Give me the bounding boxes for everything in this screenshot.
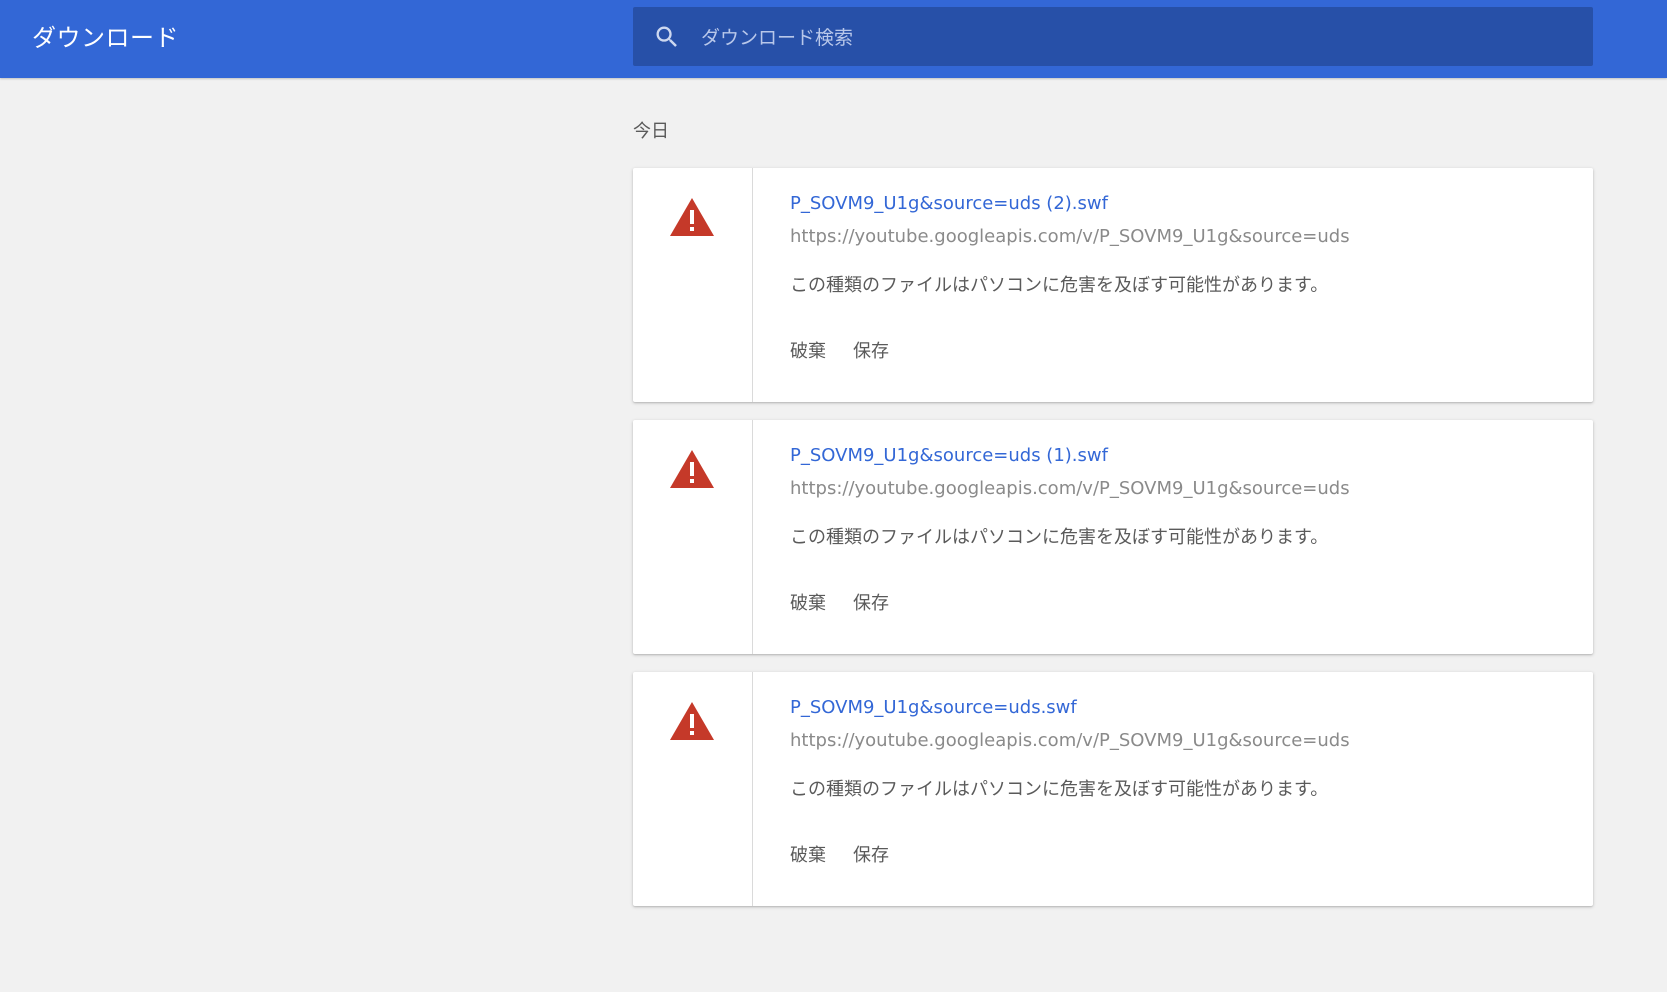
icon-area (633, 672, 753, 906)
page-title: ダウンロード (32, 24, 179, 52)
downloads-list: P_SOVM9_U1g&source=uds (2).swf https://y… (633, 168, 1593, 924)
download-item: P_SOVM9_U1g&source=uds (2).swf https://y… (633, 168, 1593, 402)
warning-icon (670, 198, 714, 236)
action-row: 破棄 保存 (790, 592, 1570, 616)
keep-button[interactable]: 保存 (853, 844, 889, 868)
action-row: 破棄 保存 (790, 844, 1570, 868)
danger-description: この種類のファイルはパソコンに危害を及ぼす可能性があります。 (790, 527, 1329, 548)
discard-button[interactable]: 破棄 (790, 592, 826, 616)
search-field[interactable] (633, 7, 1593, 68)
download-details: P_SOVM9_U1g&source=uds (1).swf https://y… (790, 444, 1570, 616)
source-url-link[interactable]: https://youtube.googleapis.com/v/P_SOVM9… (790, 225, 1570, 249)
warning-icon (670, 702, 714, 740)
file-name-link[interactable]: P_SOVM9_U1g&source=uds (1).swf (790, 444, 1570, 468)
keep-button[interactable]: 保存 (853, 340, 889, 364)
download-item: P_SOVM9_U1g&source=uds (1).swf https://y… (633, 420, 1593, 654)
icon-area (633, 168, 753, 402)
date-header: 今日 (633, 121, 669, 142)
action-row: 破棄 保存 (790, 340, 1570, 364)
discard-button[interactable]: 破棄 (790, 844, 826, 868)
download-item: P_SOVM9_U1g&source=uds.swf https://youtu… (633, 672, 1593, 906)
file-name-link[interactable]: P_SOVM9_U1g&source=uds (2).swf (790, 192, 1570, 216)
icon-area (633, 420, 753, 654)
discard-button[interactable]: 破棄 (790, 340, 826, 364)
danger-description: この種類のファイルはパソコンに危害を及ぼす可能性があります。 (790, 779, 1329, 800)
source-url-link[interactable]: https://youtube.googleapis.com/v/P_SOVM9… (790, 477, 1570, 501)
search-input[interactable] (699, 7, 1583, 68)
source-url-link[interactable]: https://youtube.googleapis.com/v/P_SOVM9… (790, 729, 1570, 753)
file-name-link[interactable]: P_SOVM9_U1g&source=uds.swf (790, 696, 1570, 720)
download-details: P_SOVM9_U1g&source=uds.swf https://youtu… (790, 696, 1570, 868)
toolbar: ダウンロード (0, 0, 1667, 78)
danger-description: この種類のファイルはパソコンに危害を及ぼす可能性があります。 (790, 275, 1329, 296)
download-details: P_SOVM9_U1g&source=uds (2).swf https://y… (790, 192, 1570, 364)
keep-button[interactable]: 保存 (853, 592, 889, 616)
search-icon[interactable] (653, 23, 681, 51)
warning-icon (670, 450, 714, 488)
